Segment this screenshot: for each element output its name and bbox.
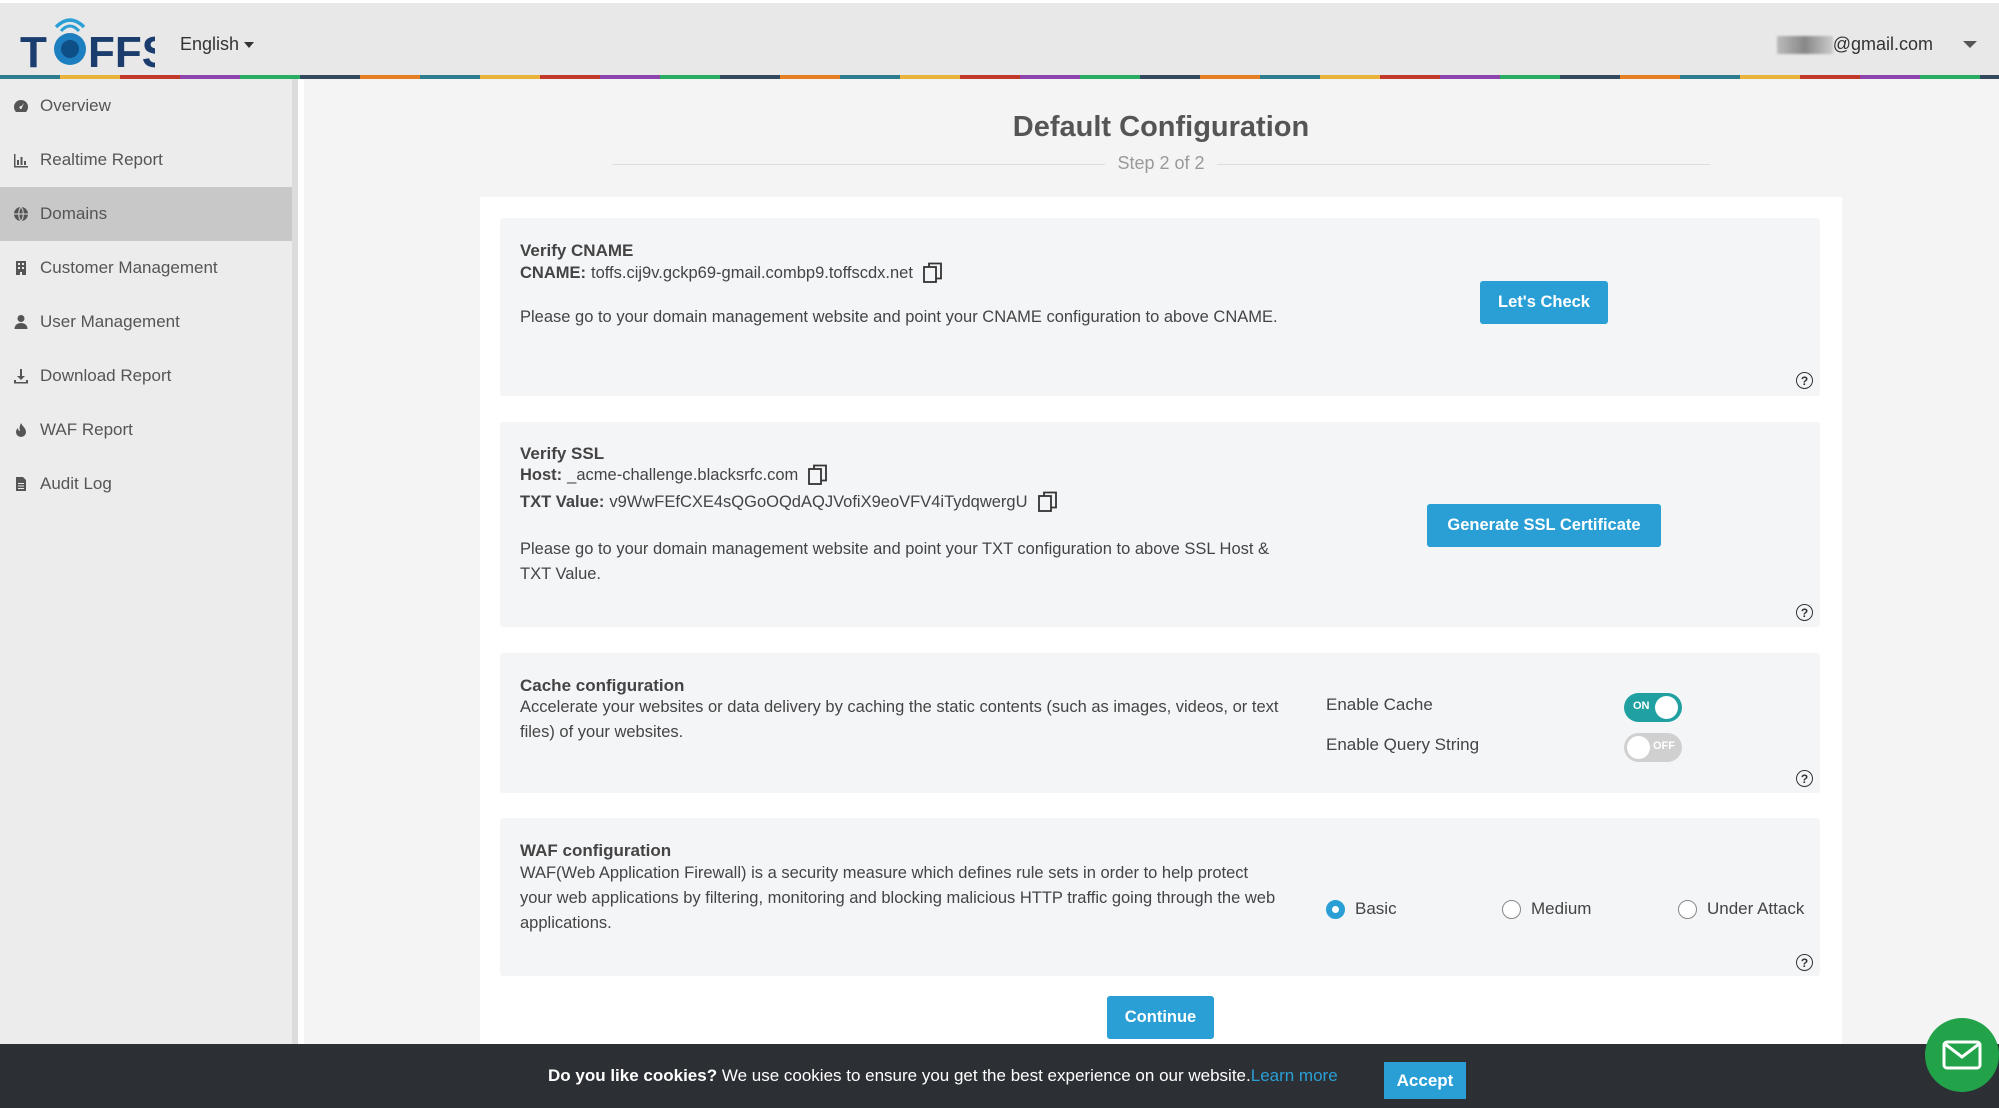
sidebar-item-label: WAF Report <box>40 420 133 439</box>
sidebar-item-domains[interactable]: Domains <box>0 187 292 241</box>
lets-check-button[interactable]: Let's Check <box>1480 281 1608 324</box>
document-icon <box>12 475 30 493</box>
user-icon <box>12 313 30 331</box>
cache-configuration-card: Cache configuration Accelerate your webs… <box>500 653 1820 793</box>
cname-value: toffs.cij9v.gckp69-gmail.combp9.toffscdx… <box>591 263 913 282</box>
waf-option-label: Basic <box>1355 899 1397 918</box>
cookie-consent-bar: Do you like cookies? We use cookies to e… <box>0 1044 1999 1108</box>
enable-cache-label: Enable Cache <box>1326 695 1433 714</box>
generate-ssl-certificate-button[interactable]: Generate SSL Certificate <box>1427 504 1661 547</box>
help-icon[interactable]: ? <box>1796 604 1813 621</box>
cache-description: Accelerate your websites or data deliver… <box>520 698 1279 741</box>
radio-indicator <box>1502 899 1521 919</box>
top-header: T FFS English @gmail.com <box>0 3 1999 77</box>
sidebar-item-label: Realtime Report <box>40 150 163 169</box>
bar-chart-icon <box>12 151 30 169</box>
sidebar-item-waf-report[interactable]: WAF Report <box>0 403 292 457</box>
sidebar-item-label: Customer Management <box>40 258 218 277</box>
toggle-knob <box>1655 696 1678 719</box>
step-indicator: Step 2 of 2 <box>480 153 1842 174</box>
logo-graphic: T FFS <box>20 18 171 77</box>
waf-description: WAF(Web Application Firewall) is a secur… <box>520 864 1276 932</box>
chevron-down-icon <box>244 42 255 49</box>
toggle-knob <box>1627 736 1650 759</box>
waf-option-medium[interactable]: Medium <box>1502 899 1591 919</box>
cache-heading: Cache configuration <box>520 676 685 695</box>
download-icon <box>12 367 30 385</box>
help-icon[interactable]: ? <box>1796 954 1813 971</box>
continue-button[interactable]: Continue <box>1107 996 1214 1039</box>
globe-icon <box>12 205 30 223</box>
svg-text:T: T <box>20 28 47 73</box>
cookie-question: Do you like cookies? <box>548 1066 718 1085</box>
ssl-host-label: Host: <box>520 465 563 484</box>
ssl-txt-label: TXT Value: <box>520 492 605 511</box>
sidebar-item-label: Overview <box>40 96 111 115</box>
building-icon <box>12 259 30 277</box>
cookie-text: We use cookies to ensure you get the bes… <box>717 1066 1251 1085</box>
radio-indicator <box>1326 899 1345 919</box>
dashboard-icon <box>12 97 30 115</box>
toggle-state-label: OFF <box>1653 740 1675 752</box>
cname-row: CNAME: toffs.cij9v.gckp69-gmail.combp9.t… <box>520 262 943 284</box>
waf-configuration-card: WAF configuration WAF(Web Application Fi… <box>500 818 1820 976</box>
sidebar: Overview Realtime Report Domains Custome… <box>0 79 298 1044</box>
sidebar-item-download-report[interactable]: Download Report <box>0 349 292 403</box>
user-email: @gmail.com <box>1832 34 1933 54</box>
waf-option-label: Medium <box>1531 899 1592 918</box>
help-icon[interactable]: ? <box>1796 770 1813 787</box>
radio-indicator <box>1678 899 1697 919</box>
ssl-description: Please go to your domain management webs… <box>520 540 1270 583</box>
sidebar-item-label: User Management <box>40 312 180 331</box>
learn-more-link[interactable]: Learn more <box>1251 1066 1338 1085</box>
sidebar-item-realtime-report[interactable]: Realtime Report <box>0 133 292 187</box>
enable-query-string-toggle[interactable]: OFF <box>1624 733 1682 762</box>
waf-option-basic[interactable]: Basic <box>1326 899 1397 919</box>
toffs-logo[interactable]: T FFS <box>20 11 171 77</box>
panel-header: Default Configuration Step 2 of 2 <box>480 79 1842 197</box>
sidebar-item-overview[interactable]: Overview <box>0 79 292 133</box>
redacted-email-prefix <box>1776 35 1833 54</box>
ssl-txt-row: TXT Value: v9WwFEfCXE4sQGoOQdAQJVofiX9eo… <box>520 491 1058 513</box>
mail-icon[interactable] <box>1925 1018 1999 1092</box>
cname-label: CNAME: <box>520 263 586 282</box>
sidebar-item-audit-log[interactable]: Audit Log <box>0 457 292 511</box>
copy-icon[interactable] <box>808 464 828 486</box>
svg-text:FFS: FFS <box>88 28 155 73</box>
flame-icon <box>12 421 30 439</box>
ssl-host-row: Host: _acme-challenge.blacksrfc.com <box>520 464 828 486</box>
sidebar-item-label: Download Report <box>40 366 172 385</box>
enable-query-string-label: Enable Query String <box>1326 735 1480 754</box>
sidebar-item-label: Domains <box>40 204 108 223</box>
cname-heading: Verify CNAME <box>520 241 634 260</box>
ssl-txt-value: v9WwFEfCXE4sQGoOQdAQJVofiX9eoVFV4iTydqwe… <box>609 492 1028 511</box>
chevron-down-icon <box>1963 41 1977 48</box>
sidebar-item-customer-management[interactable]: Customer Management <box>0 241 292 295</box>
help-icon[interactable]: ? <box>1796 372 1813 389</box>
ssl-heading: Verify SSL <box>520 444 605 463</box>
config-panel: Default Configuration Step 2 of 2 Verify… <box>480 79 1842 1044</box>
toggle-state-label: ON <box>1633 700 1650 712</box>
main-content: Default Configuration Step 2 of 2 Verify… <box>304 79 1999 1044</box>
ssl-host-value: _acme-challenge.blacksrfc.com <box>567 465 799 484</box>
copy-icon[interactable] <box>923 262 943 284</box>
language-label: English <box>180 34 240 54</box>
verify-cname-card: Verify CNAME CNAME: toffs.cij9v.gckp69-g… <box>500 218 1820 396</box>
step-label: Step 2 of 2 <box>1105 153 1217 173</box>
page-title: Default Configuration <box>1012 111 1310 143</box>
user-menu[interactable]: @gmail.com <box>1776 34 1977 55</box>
language-selector[interactable]: English <box>180 34 255 55</box>
accept-cookies-button[interactable]: Accept <box>1384 1062 1466 1099</box>
sidebar-item-label: Audit Log <box>40 474 112 493</box>
waf-heading: WAF configuration <box>520 841 672 860</box>
waf-option-under-attack[interactable]: Under Attack <box>1678 899 1804 919</box>
verify-ssl-card: Verify SSL Host: _acme-challenge.blacksr… <box>500 422 1820 627</box>
cookie-message: Do you like cookies? We use cookies to e… <box>548 1066 1338 1086</box>
waf-option-label: Under Attack <box>1707 899 1805 918</box>
enable-cache-toggle[interactable]: ON <box>1624 693 1682 722</box>
copy-icon[interactable] <box>1037 491 1058 513</box>
sidebar-item-user-management[interactable]: User Management <box>0 295 292 349</box>
cname-description: Please go to your domain management webs… <box>520 308 1278 326</box>
